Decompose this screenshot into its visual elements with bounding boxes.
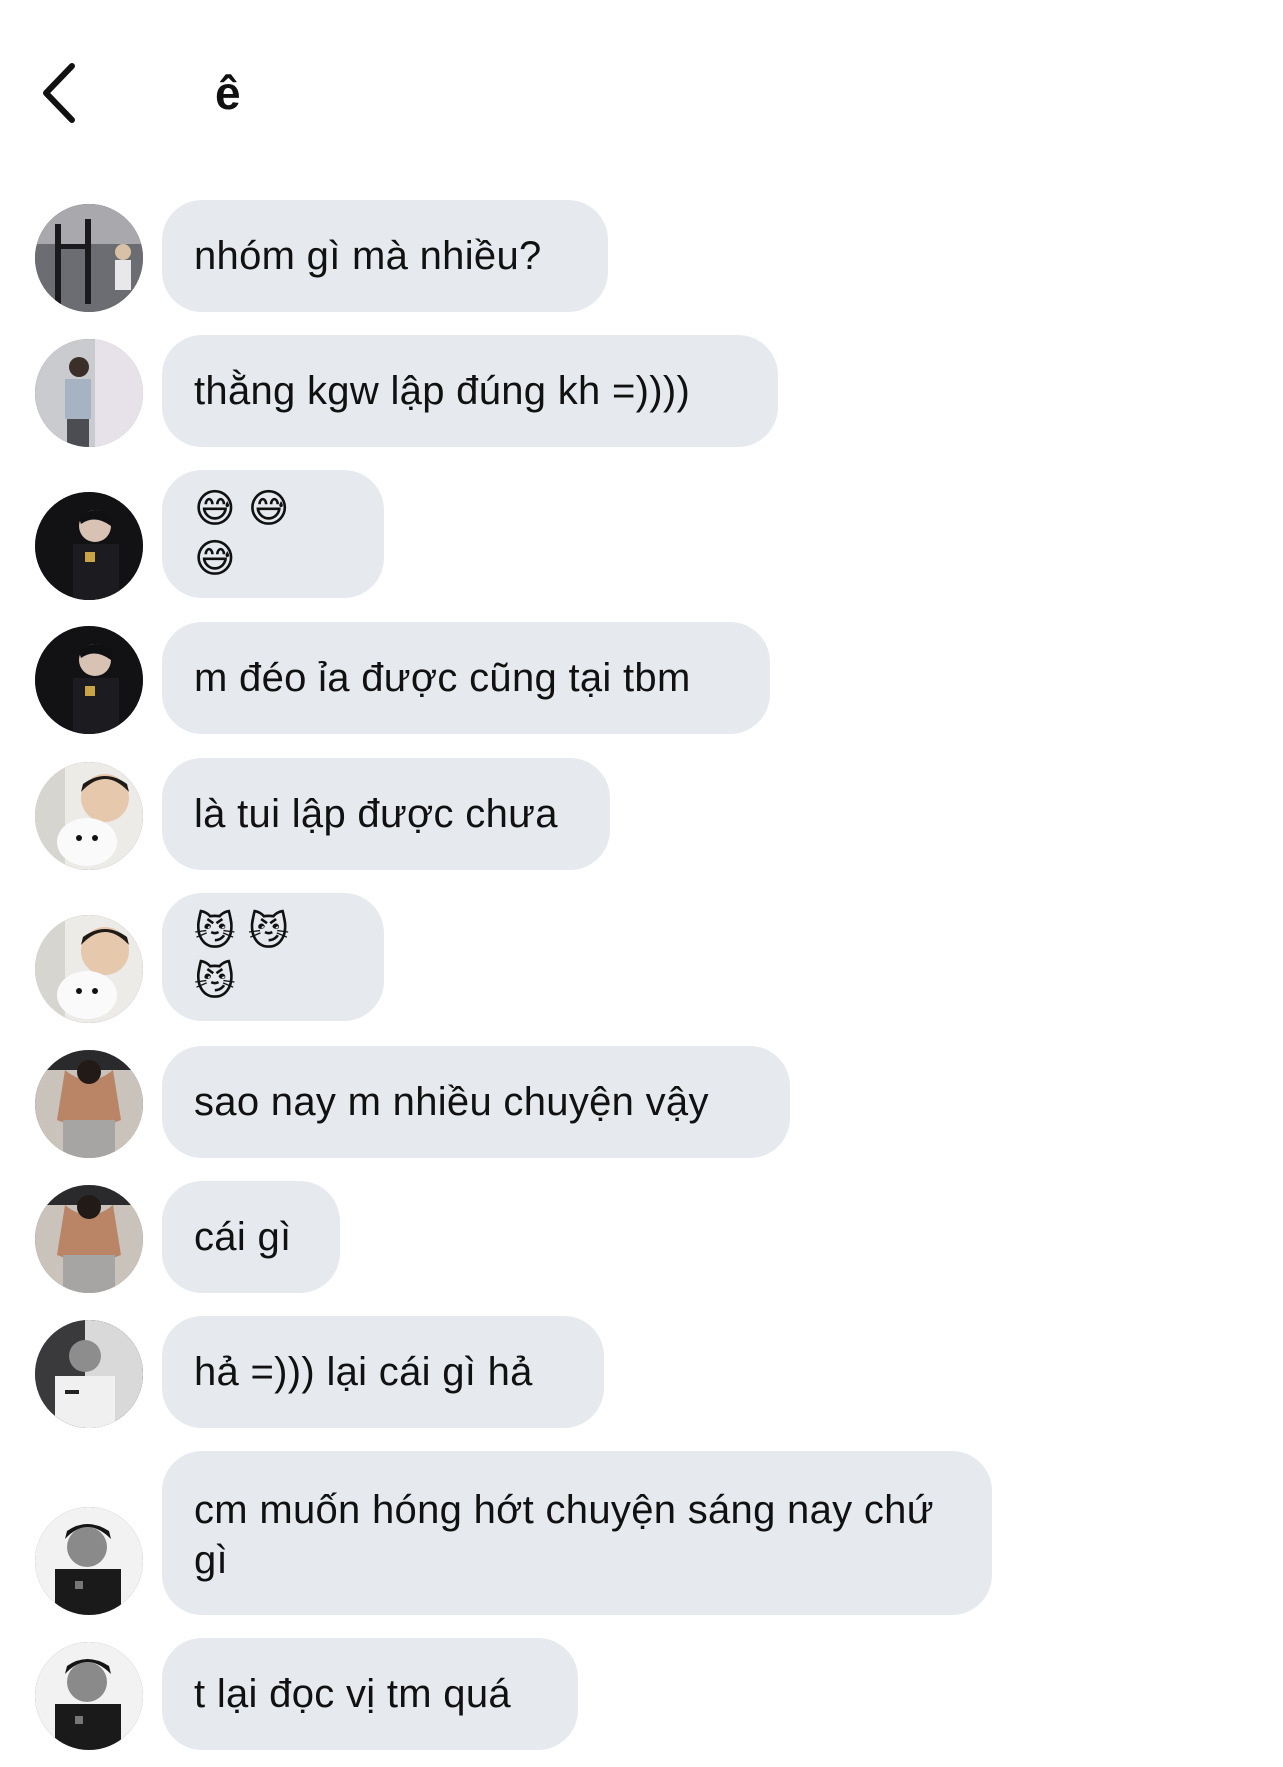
message-bubble[interactable]: t lại đọc vị tm quá <box>162 1638 578 1750</box>
avatar[interactable] <box>35 204 143 312</box>
chevron-left-icon <box>43 63 75 123</box>
message-bubble[interactable]: là tui lập được chưa <box>162 758 610 870</box>
message-bubble[interactable]: cái gì <box>162 1181 340 1293</box>
avatar[interactable] <box>35 1507 143 1615</box>
message-bubble[interactable]: hả =))) lại cái gì hả <box>162 1316 604 1428</box>
message-bubble[interactable]: m đéo ỉa được cũng tại tbm <box>162 622 770 734</box>
avatar[interactable] <box>35 1050 143 1158</box>
avatar[interactable] <box>35 626 143 734</box>
chat-header: ê <box>0 0 1283 180</box>
avatar[interactable] <box>35 492 143 600</box>
avatar[interactable] <box>35 339 143 447</box>
avatar[interactable] <box>35 1642 143 1750</box>
message-bubble[interactable]: thằng kgw lập đúng kh =)))) <box>162 335 778 447</box>
message-bubble[interactable]: sao nay m nhiều chuyện vậy <box>162 1046 790 1158</box>
avatar[interactable] <box>35 915 143 1023</box>
message-bubble[interactable]: nhóm gì mà nhiều? <box>162 200 608 312</box>
chat-title: ê <box>215 67 241 119</box>
back-button[interactable] <box>40 58 100 128</box>
avatar[interactable] <box>35 1185 143 1293</box>
message-bubble[interactable]: 😼😼😼 <box>162 893 384 1021</box>
avatar[interactable] <box>35 1320 143 1428</box>
message-bubble[interactable]: cm muốn hóng hớt chuyện sáng nay chứ gì <box>162 1451 992 1615</box>
message-bubble[interactable]: 😅😅😅 <box>162 470 384 598</box>
avatar[interactable] <box>35 762 143 870</box>
